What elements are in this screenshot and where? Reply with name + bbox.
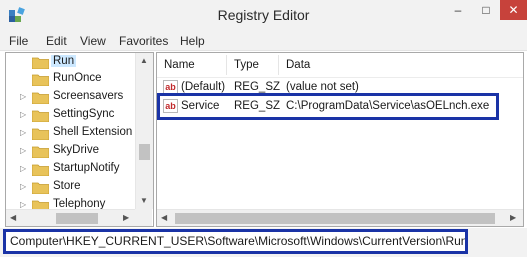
window-title-text: Registry Editor (217, 7, 310, 23)
close-button[interactable]: ✕ (500, 0, 527, 20)
minimize-icon: – (454, 3, 462, 17)
scroll-right-arrow-icon[interactable]: ▶ (510, 213, 516, 222)
tree-item-settingsync[interactable]: ▷ SettingSync (6, 107, 136, 124)
menu-help[interactable]: Help (180, 34, 205, 48)
tree-item-store[interactable]: ▷ Store (6, 179, 136, 196)
expand-arrow-icon[interactable]: ▷ (20, 182, 26, 191)
registry-key-tree[interactable]: Run RunOnce ▷ Screensavers ▷ SettingSync… (5, 52, 154, 227)
folder-icon (32, 182, 49, 194)
folder-icon (32, 146, 49, 158)
tree-item-label: Store (53, 180, 81, 192)
registry-editor-window: Registry Editor – □ ✕ File Edit View Fav… (0, 0, 527, 257)
scroll-left-arrow-icon[interactable]: ◀ (10, 213, 16, 222)
string-value-ab-icon: ab (163, 80, 178, 94)
maximize-icon: □ (482, 3, 490, 17)
status-bar: Computer\HKEY_CURRENT_USER\Software\Micr… (0, 228, 527, 257)
value-data: C:\ProgramData\Service\asOELnch.exe (286, 100, 490, 112)
expand-arrow-icon[interactable]: ▷ (20, 92, 26, 101)
value-type: REG_SZ (234, 81, 281, 93)
value-name: Service (181, 100, 220, 112)
column-header-data[interactable]: Data (279, 55, 523, 75)
values-column-header-row: Name Type Data (157, 53, 523, 78)
tree-horizontal-scroll-thumb[interactable] (56, 213, 98, 224)
folder-icon (32, 164, 49, 176)
values-horizontal-scrollbar[interactable]: ◀ ▶ (157, 209, 523, 226)
folder-icon (32, 57, 49, 69)
menu-edit[interactable]: Edit (46, 34, 67, 48)
tree-item-label: SkyDrive (53, 144, 100, 156)
tree-item-label: Screensavers (53, 90, 124, 102)
scrollbar-corner (135, 209, 152, 226)
value-data: (value not set) (286, 81, 359, 93)
value-name: (Default) (181, 81, 226, 93)
folder-icon (32, 74, 49, 86)
string-value-ab-icon: ab (163, 99, 178, 113)
scroll-right-arrow-icon[interactable]: ▶ (123, 213, 129, 222)
registry-values-list[interactable]: Name Type Data ab (Default) REG_SZ (valu… (156, 52, 524, 227)
tree-vertical-scrollbar[interactable]: ▲ ▼ (135, 53, 153, 209)
expand-arrow-icon[interactable]: ▷ (20, 128, 26, 137)
values-horizontal-scroll-thumb[interactable] (175, 213, 495, 224)
folder-icon (32, 110, 49, 122)
scroll-up-arrow-icon[interactable]: ▲ (140, 56, 148, 65)
tree-item-skydrive[interactable]: ▷ SkyDrive (6, 143, 136, 160)
expand-arrow-icon[interactable]: ▷ (20, 110, 26, 119)
folder-icon (32, 128, 49, 140)
expand-arrow-icon[interactable]: ▷ (20, 146, 26, 155)
tree-vertical-scroll-thumb[interactable] (139, 144, 150, 160)
menu-file[interactable]: File (9, 34, 28, 48)
tree-item-label: Shell Extension (53, 126, 133, 138)
tree-item-label: StartupNotify (53, 162, 120, 174)
menu-view[interactable]: View (80, 34, 106, 48)
tree-item-shell-extension[interactable]: ▷ Shell Extension (6, 125, 136, 142)
value-type: REG_SZ (234, 100, 281, 112)
tree-item-runonce[interactable]: RunOnce (6, 71, 136, 88)
menu-bar: File Edit View Favorites Help (0, 32, 527, 51)
column-header-type[interactable]: Type (227, 55, 279, 75)
value-row-service[interactable]: ab Service REG_SZ C:\ProgramData\Service… (157, 98, 523, 116)
folder-icon (32, 92, 49, 104)
tree-item-startupnotify[interactable]: ▷ StartupNotify (6, 161, 136, 178)
expand-arrow-icon[interactable]: ▷ (20, 200, 26, 209)
title-bar[interactable]: Registry Editor – □ ✕ (0, 0, 527, 32)
tree-item-label: Run (51, 55, 77, 67)
tree-item-screensavers[interactable]: ▷ Screensavers (6, 89, 136, 106)
column-header-name[interactable]: Name (157, 55, 227, 75)
menu-favorites[interactable]: Favorites (119, 34, 168, 48)
scroll-left-arrow-icon[interactable]: ◀ (161, 213, 167, 222)
scroll-down-arrow-icon[interactable]: ▼ (140, 196, 148, 205)
tree-item-label: RunOnce (53, 72, 102, 84)
expand-arrow-icon[interactable]: ▷ (20, 164, 26, 173)
tree-horizontal-scrollbar[interactable]: ◀ ▶ (6, 209, 152, 226)
tree-item-run[interactable]: Run (6, 54, 136, 71)
registry-key-path: Computer\HKEY_CURRENT_USER\Software\Micr… (3, 229, 468, 254)
minimize-button[interactable]: – (444, 0, 472, 20)
tree-item-label: SettingSync (53, 108, 115, 120)
close-icon: ✕ (508, 3, 519, 17)
value-row-default[interactable]: ab (Default) REG_SZ (value not set) (157, 79, 523, 97)
maximize-button[interactable]: □ (472, 0, 500, 20)
